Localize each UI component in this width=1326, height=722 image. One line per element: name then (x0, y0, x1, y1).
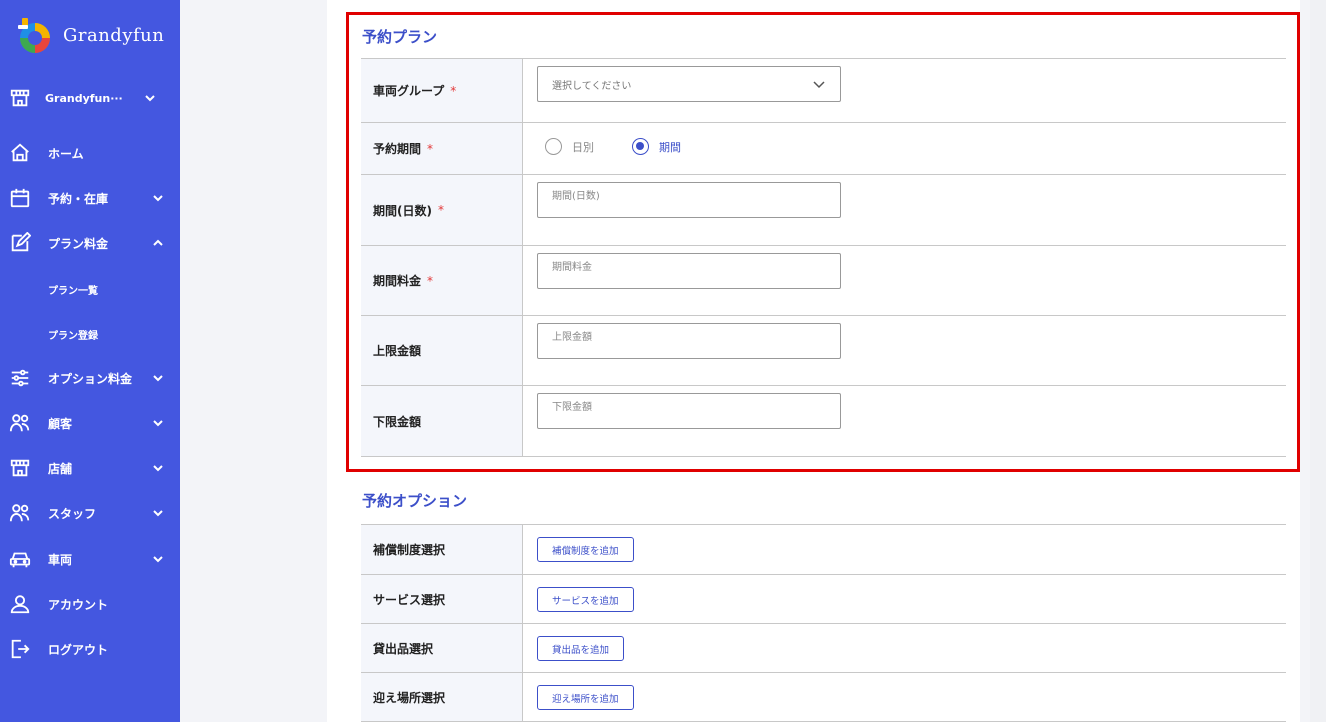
sidebar-item-account[interactable]: アカウント (0, 589, 180, 619)
sidebar-item-plan-pricing[interactable]: プラン料金 (0, 228, 180, 258)
vehicle-group-row: 車両グループ * 選択してください (361, 59, 1286, 123)
calendar-icon (8, 186, 32, 210)
option-row-pickup-location: 迎え場所選択 迎え場所を追加 (361, 673, 1286, 722)
min-amount-row: 下限金額 (361, 386, 1286, 457)
sidebar-item-label: 店舗 (48, 461, 73, 476)
brand-name: Grandyfun (63, 24, 165, 46)
users-icon (8, 411, 32, 435)
sidebar-item-stores[interactable]: 店舗 (0, 453, 180, 483)
period-price-row: 期間料金 * (361, 246, 1286, 316)
add-insurance-button[interactable]: 補償制度を追加 (537, 537, 634, 562)
radio-circle (632, 138, 649, 155)
field-label: 期間(日数) * (361, 175, 523, 245)
add-service-button[interactable]: サービスを追加 (537, 587, 634, 612)
chevron-up-icon (152, 237, 164, 249)
chevron-down-icon (152, 192, 164, 204)
chevron-down-icon (812, 77, 826, 94)
chevron-down-icon (152, 553, 164, 565)
sidebar-item-label: スタッフ (48, 506, 97, 521)
required-mark: * (437, 203, 444, 217)
sidebar-item-reservation[interactable]: 予約・在庫 (0, 183, 180, 213)
radio-period[interactable]: 期間 (632, 138, 681, 155)
max-amount-row: 上限金額 (361, 316, 1286, 386)
users-icon (8, 501, 32, 525)
option-row-rental-item: 貸出品選択 貸出品を追加 (361, 624, 1286, 673)
logout-icon (8, 637, 32, 661)
period-days-row: 期間(日数) * (361, 175, 1286, 246)
store-selector-label: Grandyfun··· (45, 91, 123, 105)
required-mark: * (427, 273, 434, 288)
brand-logo[interactable]: Grandyfun (16, 16, 164, 54)
sliders-icon (8, 366, 32, 390)
field-label: 上限金額 (361, 316, 523, 385)
sidebar-item-label: 顧客 (48, 416, 73, 431)
chevron-down-icon (152, 417, 164, 429)
vehicle-group-select[interactable]: 選択してください (537, 66, 841, 102)
period-type-radio-group: 日別 期間 (545, 138, 681, 155)
max-amount-input[interactable] (537, 323, 841, 359)
grandyfun-logo-icon (16, 16, 54, 54)
min-amount-input[interactable] (537, 393, 841, 429)
add-rental-item-button[interactable]: 貸出品を追加 (537, 636, 625, 661)
store-icon (8, 456, 32, 480)
add-pickup-location-button[interactable]: 迎え場所を追加 (537, 685, 634, 710)
option-section-title: 予約オプション (362, 492, 468, 510)
sidebar-item-option-pricing[interactable]: オプション料金 (0, 363, 180, 393)
sidebar-item-label: ログアウト (48, 642, 109, 657)
car-icon (8, 547, 32, 571)
field-label: 車両グループ * (361, 59, 523, 122)
sidebar-item-staff[interactable]: スタッフ (0, 498, 180, 528)
sidebar-item-label: ホーム (48, 146, 84, 161)
chevron-down-icon (152, 507, 164, 519)
page-scrollbar[interactable] (1310, 0, 1326, 722)
home-icon (8, 141, 32, 165)
sidebar-item-logout[interactable]: ログアウト (0, 634, 180, 664)
sidebar-item-home[interactable]: ホーム (0, 138, 180, 168)
sidebar-subitem-plan-register[interactable]: プラン登録 (48, 327, 98, 342)
chevron-down-icon (144, 92, 156, 104)
sidebar-item-customers[interactable]: 顧客 (0, 408, 180, 438)
chevron-down-icon (152, 462, 164, 474)
field-label: 迎え場所選択 (361, 673, 523, 721)
field-label: 貸出品選択 (361, 624, 523, 672)
store-icon (8, 86, 32, 110)
field-label: サービス選択 (361, 575, 523, 623)
store-selector[interactable]: Grandyfun··· (0, 83, 180, 113)
user-icon (8, 592, 32, 616)
sidebar-item-label: プラン料金 (48, 236, 109, 251)
sidebar-item-label: 車両 (48, 552, 73, 567)
sidebar-subitem-plan-list[interactable]: プラン一覧 (48, 282, 98, 297)
field-label: 補償制度選択 (361, 525, 523, 574)
period-type-row: 予約期間 * 日別 期間 (361, 123, 1286, 175)
required-mark: * (450, 83, 457, 98)
sidebar: Grandyfun Grandyfun··· ホーム 予約・在庫 プラン料金 プ… (0, 0, 180, 722)
option-row-service: サービス選択 サービスを追加 (361, 575, 1286, 624)
field-label: 下限金額 (361, 386, 523, 456)
field-label: 予約期間 * (361, 123, 523, 174)
field-label: 期間料金 * (361, 246, 523, 315)
required-mark: * (427, 141, 434, 156)
option-row-insurance: 補償制度選択 補償制度を追加 (361, 525, 1286, 575)
chevron-down-icon (152, 372, 164, 384)
radio-daily[interactable]: 日別 (545, 138, 594, 155)
radio-circle (545, 138, 562, 155)
period-price-input[interactable] (537, 253, 841, 289)
sidebar-item-label: アカウント (48, 597, 109, 612)
period-days-input[interactable] (537, 182, 841, 218)
plan-section-title: 予約プラン (362, 28, 438, 46)
sidebar-item-label: 予約・在庫 (48, 191, 109, 206)
plan-form-table: 車両グループ * 選択してください 予約期間 * 日別 期間 期間(日数) * … (361, 58, 1286, 457)
sidebar-item-vehicles[interactable]: 車両 (0, 544, 180, 574)
sidebar-item-label: オプション料金 (48, 371, 133, 386)
edit-icon (8, 231, 32, 255)
option-form-table: 補償制度選択 補償制度を追加 サービス選択 サービスを追加 貸出品選択 貸出品を… (361, 524, 1286, 722)
